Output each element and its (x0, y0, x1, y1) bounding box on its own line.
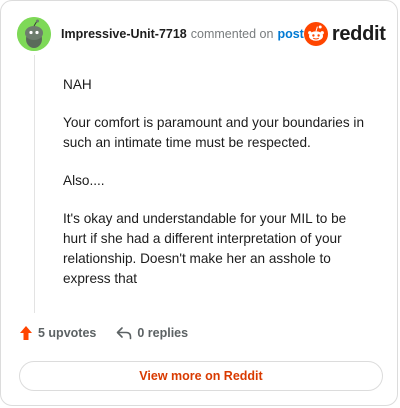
reply-count: 0 replies (137, 326, 189, 340)
username-link[interactable]: Impressive-Unit-7718 (61, 27, 187, 41)
post-link[interactable]: post (277, 27, 303, 41)
comment-paragraph: Your comfort is paramount and your bound… (63, 115, 365, 150)
comment-header: Impressive-Unit-7718 commented on post r… (17, 17, 386, 51)
reddit-wordmark: reddit (331, 22, 386, 45)
reddit-logo[interactable]: reddit (303, 22, 386, 46)
reddit-embed-card: Impressive-Unit-7718 commented on post r… (0, 0, 398, 406)
comment-paragraph: Also.... (63, 173, 105, 188)
commented-on-text: commented on (190, 27, 274, 41)
upvote-button[interactable]: 5 upvotes (19, 325, 96, 341)
comment-paragraph: NAH (63, 77, 92, 92)
snoo-avatar-icon (17, 17, 51, 51)
reply-arrow-icon (117, 327, 132, 340)
comment-meta: Impressive-Unit-7718 commented on post (61, 27, 304, 41)
user-avatar[interactable] (17, 17, 51, 51)
comment-paragraph: It's okay and understandable for your MI… (63, 211, 347, 286)
thread-line (34, 55, 35, 313)
upvote-count: 5 upvotes (38, 326, 97, 340)
upvote-arrow-icon (20, 326, 32, 340)
reply-button[interactable]: 0 replies (116, 326, 188, 340)
view-more-button[interactable]: View more on Reddit (19, 361, 383, 391)
comment-body: NAH Your comfort is paramount and your b… (63, 75, 367, 307)
comment-actions: 5 upvotes 0 replies (19, 325, 188, 341)
reddit-snoo-icon (303, 22, 328, 46)
